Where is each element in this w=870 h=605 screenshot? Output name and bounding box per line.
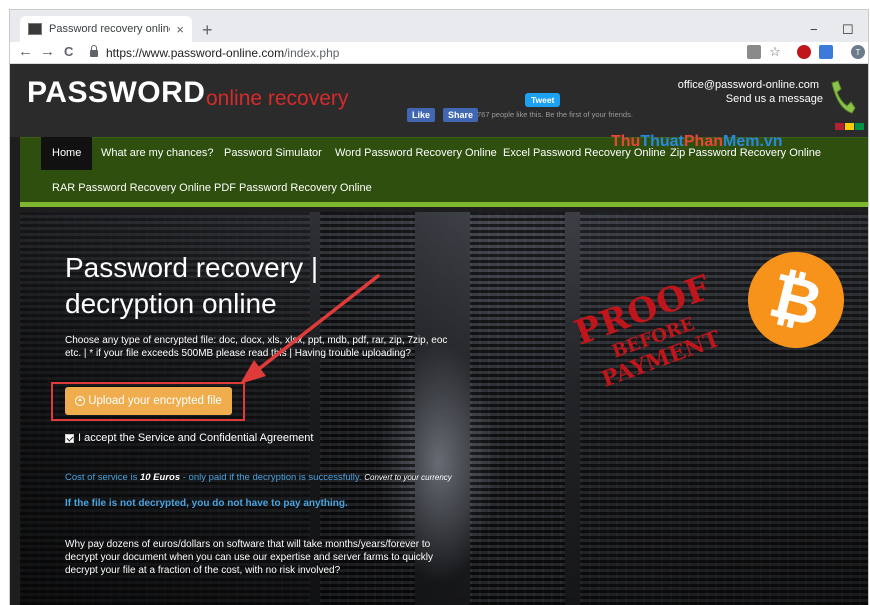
phone-icon: [831, 80, 856, 114]
agree-label[interactable]: I accept the Service and Confidential Ag…: [78, 432, 313, 444]
favicon-icon: [28, 23, 42, 35]
new-tab-button[interactable]: +: [202, 21, 213, 39]
agreement-row: I accept the Service and Confidential Ag…: [65, 432, 313, 444]
send-message-link[interactable]: Send us a message: [726, 93, 823, 105]
flag-en-icon[interactable]: [835, 123, 844, 130]
nav-word[interactable]: Word Password Recovery Online: [324, 137, 508, 170]
cast-icon[interactable]: [819, 45, 833, 59]
abp-icon[interactable]: [797, 45, 811, 59]
hero-title: Password recovery | decryption online: [65, 252, 319, 319]
agree-checkbox[interactable]: [65, 433, 74, 443]
tab-title: Password recovery online excel, v: [49, 23, 170, 35]
nav-chances[interactable]: What are my chances?: [90, 137, 225, 170]
tab-bar: Password recovery online excel, v × + − …: [10, 10, 868, 42]
convert-currency-link[interactable]: Convert to your currency: [364, 473, 452, 482]
watermark: ThuThuatPhanMem.vn: [611, 133, 783, 151]
watermark-part1: Thu: [611, 133, 641, 150]
contact-email[interactable]: office@password-online.com: [678, 79, 819, 91]
fb-like-count: 767 people like this. Be the first of yo…: [477, 110, 633, 119]
nav-rar[interactable]: RAR Password Recovery Online: [41, 172, 222, 205]
flag-de-icon[interactable]: [845, 123, 854, 130]
hero-description: Choose any type of encrypted file: doc, …: [65, 335, 448, 359]
hero-section: Password recovery | decryption online Ch…: [20, 212, 868, 605]
browser-tab[interactable]: Password recovery online excel, v ×: [20, 16, 192, 42]
maximize-button[interactable]: ☐: [842, 22, 854, 38]
address-bar[interactable]: https://www.password-online.com/index.ph…: [90, 43, 740, 62]
logo-sub: online recovery: [206, 87, 349, 110]
tab-close-icon[interactable]: ×: [176, 22, 184, 37]
lock-icon: [90, 45, 98, 57]
watermark-part2: Thuat: [640, 133, 684, 150]
browser-toolbar: ← → C https://www.password-online.com/in…: [10, 42, 868, 64]
no-pay-notice: If the file is not decrypted, you do not…: [65, 498, 348, 509]
upload-icon: [75, 396, 86, 406]
reload-button[interactable]: C: [64, 44, 73, 60]
why-text: Why pay dozens of euros/dollars on softw…: [65, 539, 433, 576]
flag-it-icon[interactable]: [855, 123, 864, 130]
fb-share-button[interactable]: Share: [443, 108, 479, 122]
nav-pdf[interactable]: PDF Password Recovery Online: [203, 172, 383, 205]
profile-icon[interactable]: T: [851, 45, 865, 59]
back-button[interactable]: ←: [18, 44, 33, 60]
watermark-part4: Mem.vn: [723, 133, 783, 150]
site-header: PASSWORD online recovery Tweet Like Shar…: [10, 64, 868, 137]
minimize-button[interactable]: −: [810, 22, 818, 37]
watermark-part3: Phan: [683, 133, 723, 150]
forward-button[interactable]: →: [40, 44, 55, 60]
cost-suffix: - only paid if the decryption is success…: [180, 472, 365, 483]
translate-icon[interactable]: [747, 45, 761, 59]
nav-simulator[interactable]: Password Simulator: [213, 137, 333, 170]
url-path: /index.php: [284, 45, 340, 60]
cost-prefix: Cost of service is: [65, 472, 140, 483]
cost-text: Cost of service is 10 Euros - only paid …: [65, 472, 455, 484]
cost-amount: 10 Euros: [139, 472, 181, 483]
language-flags: [835, 123, 864, 130]
star-icon[interactable]: ☆: [768, 44, 782, 59]
url-host: https://www.password-online.com: [106, 45, 285, 60]
logo-main[interactable]: PASSWORD: [27, 76, 205, 110]
upload-button-label: Upload your encrypted file: [88, 395, 222, 407]
upload-button[interactable]: Upload your encrypted file: [65, 387, 232, 415]
fb-like-button[interactable]: Like: [407, 108, 436, 122]
nav-home[interactable]: Home: [41, 137, 93, 170]
tweet-button[interactable]: Tweet: [525, 93, 561, 107]
